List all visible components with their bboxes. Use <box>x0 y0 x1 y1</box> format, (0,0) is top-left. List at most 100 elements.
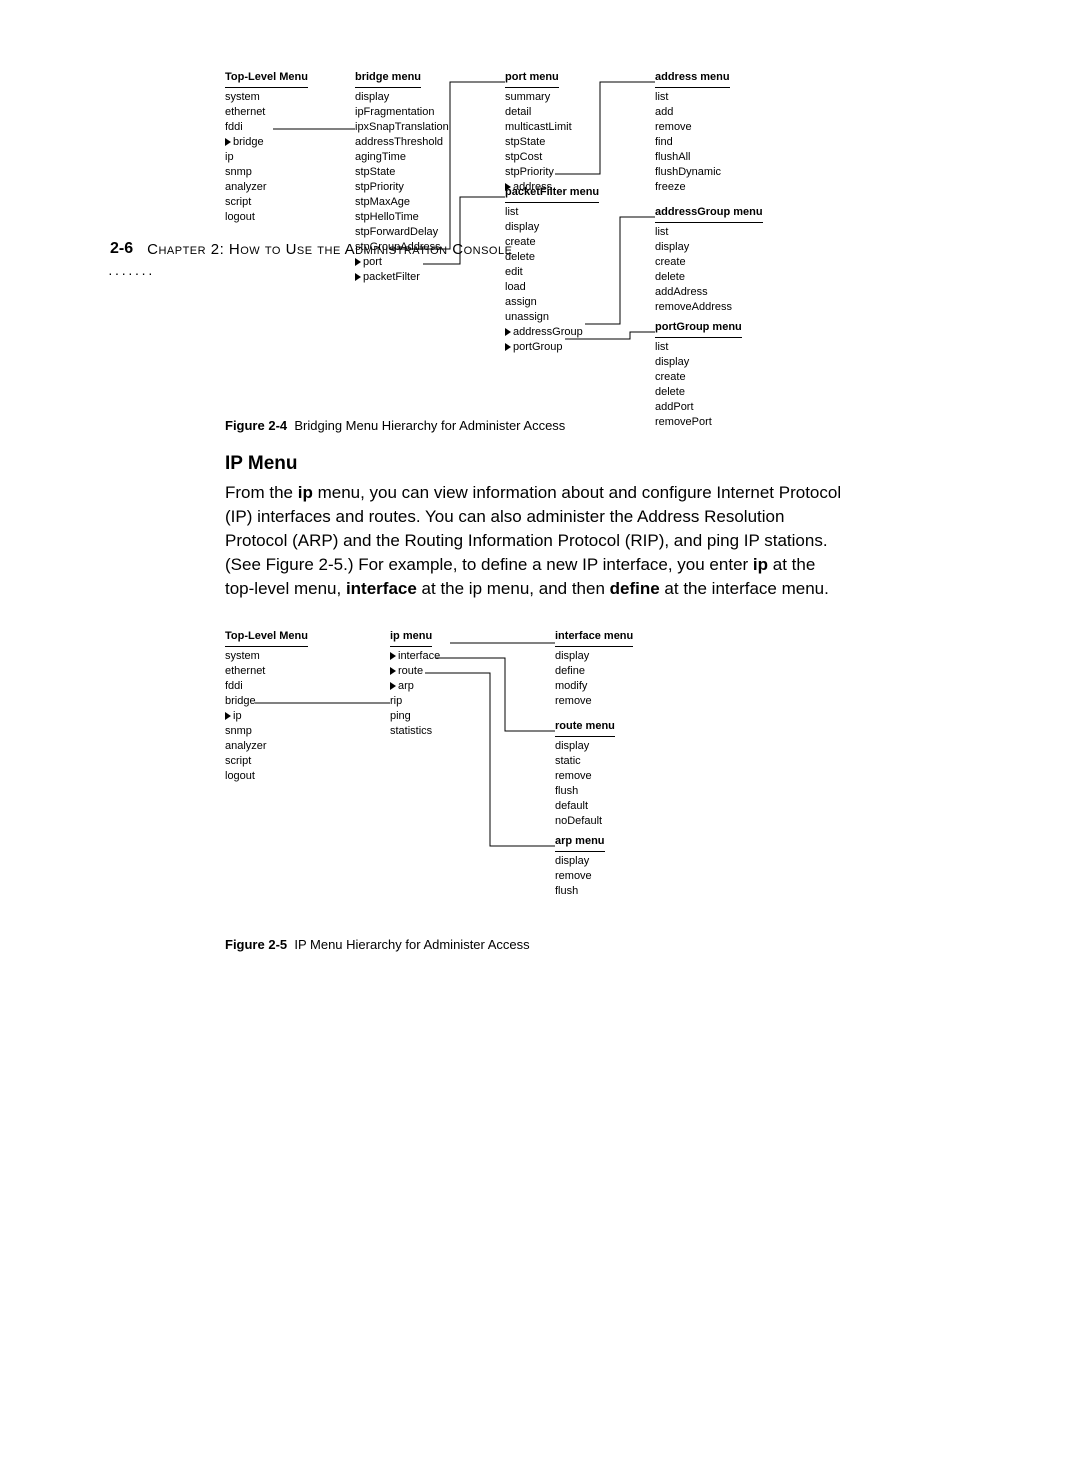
menu-item: stpCost <box>505 150 625 165</box>
menu-item: flush <box>555 884 675 899</box>
menu-item: multicastLimit <box>505 120 625 135</box>
menu-item: summary <box>505 90 625 105</box>
menu-item: addressThreshold <box>355 135 485 150</box>
menu-item: list <box>655 90 775 105</box>
menu-item: script <box>225 754 335 769</box>
menu-item: portGroup <box>505 340 635 355</box>
menu-item: port <box>355 255 485 270</box>
menu-item: freeze <box>655 180 775 195</box>
top-level-menu-col-2: Top-Level Menu systemethernetfddibridgei… <box>225 629 335 784</box>
address-menu-col: address menu listaddremovefindflushAllfl… <box>655 70 775 195</box>
menu-item: arp <box>390 679 500 694</box>
menu-item: removeAddress <box>655 300 785 315</box>
submenu-arrow-icon <box>225 712 231 720</box>
menu-item: ip <box>225 150 335 165</box>
menu-item: create <box>655 255 785 270</box>
route-menu-col: route menu displaystaticremoveflushdefau… <box>555 719 675 829</box>
menu-item: display <box>555 739 675 754</box>
menu-item: snmp <box>225 165 335 180</box>
menu-item: find <box>655 135 775 150</box>
menu-item: stpHelloTime <box>355 210 485 225</box>
figure-2-5: Top-Level Menu systemethernetfddibridgei… <box>225 629 845 929</box>
menu-item: remove <box>555 869 675 884</box>
submenu-arrow-icon <box>225 138 231 146</box>
menu-item: remove <box>555 769 675 784</box>
menu-item: list <box>655 225 785 240</box>
menu-item: delete <box>655 270 785 285</box>
menu-item: fddi <box>225 120 335 135</box>
bridge-menu-col: bridge menu displayipFragmentationipxSna… <box>355 70 485 285</box>
decorative-dots: ······· <box>108 265 155 281</box>
packetfilter-menu-col: packetFilter menu listdisplaycreatedelet… <box>505 185 635 355</box>
submenu-arrow-icon <box>390 682 396 690</box>
menu-item: remove <box>655 120 775 135</box>
menu-item: add <box>655 105 775 120</box>
menu-item: system <box>225 90 335 105</box>
menu-item: noDefault <box>555 814 675 829</box>
menu-item: addAdress <box>655 285 785 300</box>
menu-item: flushAll <box>655 150 775 165</box>
menu-item: display <box>355 90 485 105</box>
menu-item: ping <box>390 709 500 724</box>
menu-item: list <box>655 340 785 355</box>
menu-item: ip <box>225 709 335 724</box>
menu-item: remove <box>555 694 675 709</box>
menu-item: fddi <box>225 679 335 694</box>
menu-item: agingTime <box>355 150 485 165</box>
menu-item: stpGroupAddress <box>355 240 485 255</box>
menu-item: ethernet <box>225 664 335 679</box>
menu-item: delete <box>505 250 635 265</box>
menu-item: bridge <box>225 694 335 709</box>
menu-item: load <box>505 280 635 295</box>
page-number: 2-6 <box>110 240 133 258</box>
top-level-menu-col: Top-Level Menu systemethernetfddibridgei… <box>225 70 335 225</box>
menu-item: interface <box>390 649 500 664</box>
menu-item: stpPriority <box>355 180 485 195</box>
menu-item: ipFragmentation <box>355 105 485 120</box>
ip-menu-paragraph: From the ip menu, you can view informati… <box>225 481 845 601</box>
menu-item: analyzer <box>225 180 335 195</box>
menu-item: list <box>505 205 635 220</box>
menu-item: display <box>655 355 785 370</box>
menu-item: addPort <box>655 400 785 415</box>
menu-item: stpPriority <box>505 165 625 180</box>
menu-item: addressGroup <box>505 325 635 340</box>
ip-menu-heading: IP Menu <box>225 453 845 475</box>
menu-item: logout <box>225 210 335 225</box>
menu-item: analyzer <box>225 739 335 754</box>
menu-item: snmp <box>225 724 335 739</box>
menu-item: edit <box>505 265 635 280</box>
menu-item: delete <box>655 385 785 400</box>
menu-item: detail <box>505 105 625 120</box>
menu-item: ipxSnapTranslation <box>355 120 485 135</box>
menu-item: assign <box>505 295 635 310</box>
port-menu-col: port menu summarydetailmulticastLimitstp… <box>505 70 625 195</box>
menu-item: flushDynamic <box>655 165 775 180</box>
figure-2-4: Top-Level Menu systemethernetfddibridgei… <box>225 70 845 410</box>
menu-item: display <box>555 854 675 869</box>
menu-item: system <box>225 649 335 664</box>
portgroup-menu-col: portGroup menu listdisplaycreatedeletead… <box>655 320 785 430</box>
menu-item: display <box>555 649 675 664</box>
menu-item: create <box>505 235 635 250</box>
menu-item: stpForwardDelay <box>355 225 485 240</box>
col-title: Top-Level Menu <box>225 70 308 88</box>
menu-item: display <box>505 220 635 235</box>
addressgroup-menu-col: addressGroup menu listdisplaycreatedelet… <box>655 205 785 315</box>
menu-item: define <box>555 664 675 679</box>
menu-item: logout <box>225 769 335 784</box>
menu-item: script <box>225 195 335 210</box>
submenu-arrow-icon <box>505 328 511 336</box>
menu-item: rip <box>390 694 500 709</box>
menu-item: route <box>390 664 500 679</box>
menu-item: statistics <box>390 724 500 739</box>
menu-item: default <box>555 799 675 814</box>
menu-item: removePort <box>655 415 785 430</box>
submenu-arrow-icon <box>390 652 396 660</box>
menu-item: stpState <box>505 135 625 150</box>
interface-menu-col: interface menu displaydefinemodifyremove <box>555 629 675 709</box>
menu-item: stpState <box>355 165 485 180</box>
menu-item: flush <box>555 784 675 799</box>
menu-item: stpMaxAge <box>355 195 485 210</box>
menu-item: display <box>655 240 785 255</box>
